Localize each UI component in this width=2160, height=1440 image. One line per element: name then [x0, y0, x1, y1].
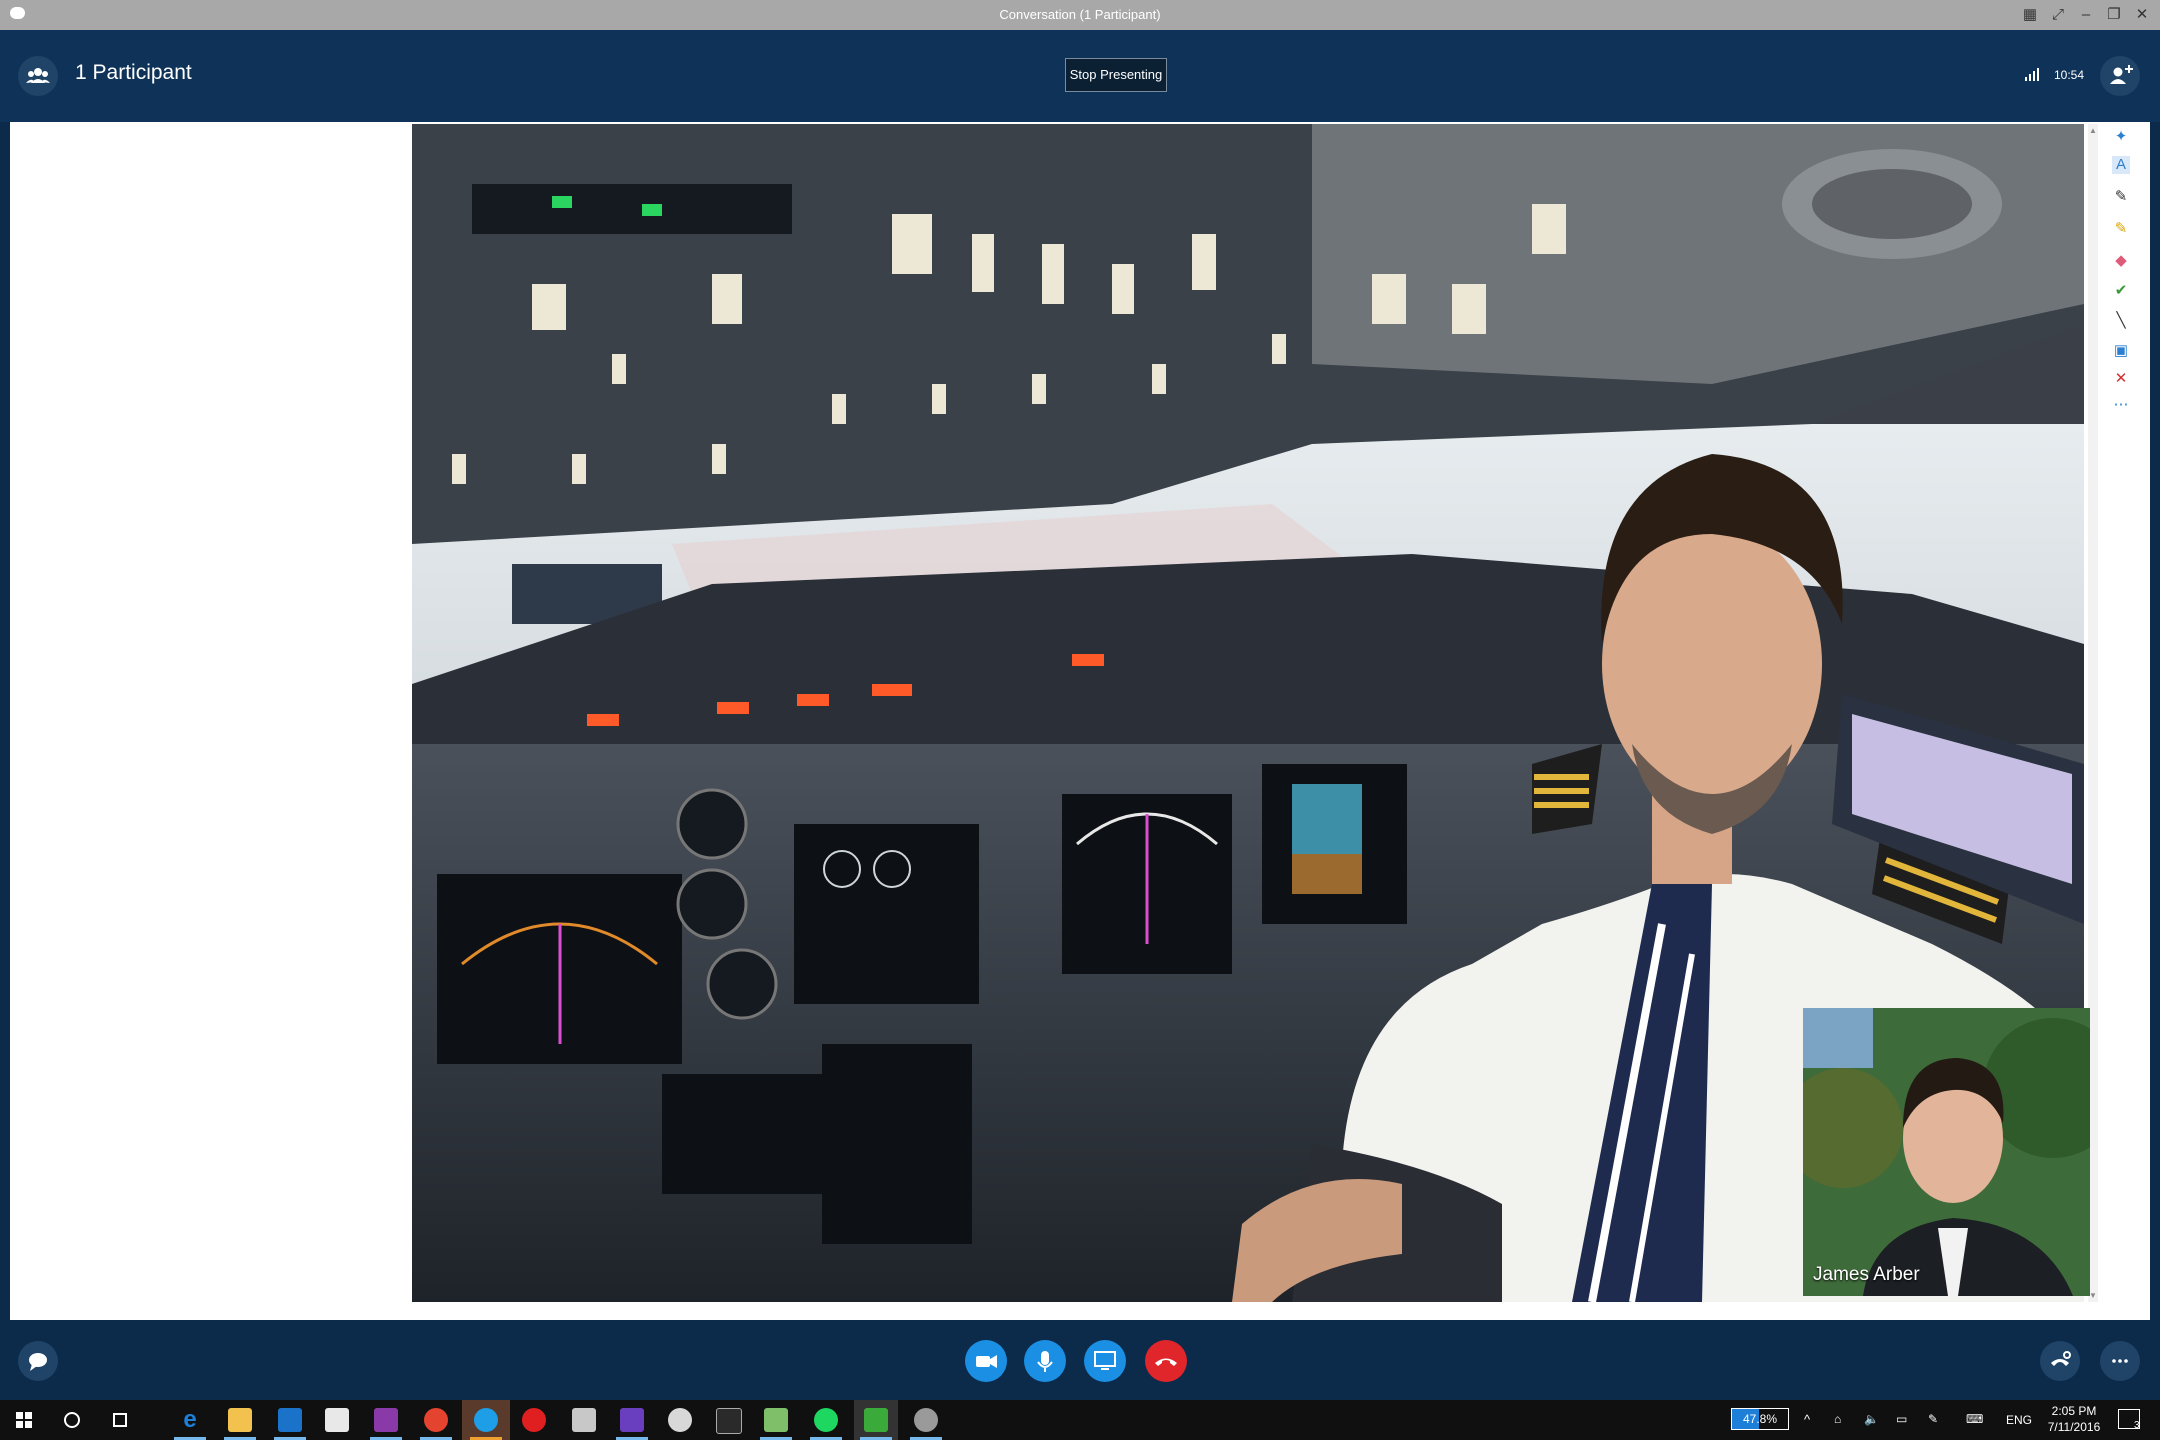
call-controls-bar — [0, 1320, 2160, 1400]
onenote-icon[interactable] — [374, 1408, 398, 1432]
microphone-button[interactable] — [1024, 1340, 1066, 1382]
close-button[interactable]: ✕ — [2128, 0, 2156, 30]
file-explorer-icon[interactable] — [228, 1408, 252, 1432]
cortana-search-icon[interactable] — [60, 1408, 84, 1432]
participants-button[interactable] — [18, 56, 58, 96]
laser-pointer-icon[interactable]: ✦ — [2112, 128, 2130, 146]
video-camera-icon — [976, 1355, 997, 1368]
skype-for-business-icon[interactable] — [474, 1408, 498, 1432]
call-duration: 10:54 — [2054, 68, 2085, 82]
add-participant-button[interactable] — [2100, 56, 2140, 96]
present-button[interactable] — [1084, 1340, 1126, 1382]
task-view-icon[interactable] — [108, 1408, 132, 1432]
phone-settings-icon — [2051, 1351, 2071, 1366]
delete-annotation-icon[interactable]: ✕ — [2112, 370, 2130, 388]
volume-icon[interactable]: 🔈 — [1864, 1412, 1879, 1426]
command-prompt-icon[interactable] — [716, 1408, 742, 1434]
participants-count-label: 1 Participant — [75, 61, 192, 84]
eraser-icon[interactable]: ◆ — [2112, 252, 2130, 270]
network-icon[interactable]: ⌂ — [1834, 1412, 1841, 1426]
hang-up-phone-icon — [1155, 1358, 1177, 1366]
hang-up-button[interactable] — [1145, 1340, 1187, 1382]
terminal-app-icon[interactable] — [864, 1408, 888, 1432]
chrome-icon[interactable] — [424, 1408, 448, 1432]
outlook-icon[interactable] — [278, 1408, 302, 1432]
fullscreen-icon[interactable]: ⤢ — [2044, 0, 2072, 30]
store-icon[interactable] — [325, 1408, 349, 1432]
line-tool-icon[interactable]: ╲ — [2112, 312, 2130, 330]
minimize-button[interactable]: – — [2072, 0, 2100, 30]
input-language[interactable]: ENG — [2006, 1413, 2032, 1427]
media-app-icon[interactable] — [572, 1408, 596, 1432]
text-tool-icon[interactable]: A — [2112, 156, 2130, 174]
pen-ink-icon[interactable]: ✎ — [1928, 1412, 1938, 1426]
scroll-up-arrow-icon[interactable]: ▲ — [2089, 126, 2097, 135]
window-title-bar: Conversation (1 Participant) ▦ ⤢ – ❐ ✕ — [0, 0, 2160, 30]
more-tools-icon[interactable]: ⋯ — [2112, 396, 2130, 414]
action-display-icon[interactable]: ▭ — [1896, 1412, 1907, 1426]
pen-icon[interactable]: ✎ — [2112, 188, 2130, 206]
keyboard-icon[interactable]: ⌨ — [1966, 1412, 1983, 1426]
self-video-preview[interactable]: James Arber — [1803, 1008, 2090, 1296]
scroll-down-arrow-icon[interactable]: ▼ — [2089, 1291, 2097, 1300]
microphone-icon — [1037, 1351, 1053, 1372]
more-options-button[interactable] — [2100, 1341, 2140, 1381]
add-person-icon — [2110, 65, 2133, 84]
ellipsis-icon — [2112, 1359, 2128, 1363]
flight-sim-icon[interactable] — [914, 1408, 938, 1432]
stop-presenting-button[interactable]: Stop Presenting — [1065, 58, 1167, 92]
battery-percent: 47.8% — [1742, 1412, 1778, 1426]
clock-date[interactable]: 7/11/2016 — [2040, 1420, 2108, 1434]
video-button[interactable] — [965, 1340, 1007, 1382]
notepad-icon[interactable] — [764, 1408, 788, 1432]
highlighter-icon[interactable]: ✎ — [2112, 220, 2130, 238]
show-hidden-icons-chevron-icon[interactable]: ^ — [1804, 1412, 1810, 1427]
windows-taskbar: e 47.8% ^ ⌂ 🔈 ▭ ✎ ⌨ ENG 2:05 PM 7/11/201… — [0, 1400, 2160, 1440]
people-icon — [26, 68, 50, 83]
signal-strength-icon — [2025, 68, 2039, 81]
self-view-name-label: James Arber — [1813, 1264, 1920, 1285]
call-controls-button[interactable] — [2040, 1341, 2080, 1381]
visual-studio-icon[interactable] — [620, 1408, 644, 1432]
windows-start-icon[interactable] — [12, 1408, 36, 1432]
clock-time[interactable]: 2:05 PM — [2044, 1404, 2104, 1418]
power-app-icon[interactable] — [522, 1408, 546, 1432]
edge-browser-icon[interactable]: e — [178, 1408, 202, 1432]
settings-app-icon[interactable] — [668, 1408, 692, 1432]
annotation-toolbar: ✦ A ✎ ✎ ◆ ✔ ╲ ▣ ✕ ⋯ — [2102, 124, 2142, 424]
notification-count: 3 — [2134, 1420, 2140, 1431]
monitor-icon — [1094, 1351, 1116, 1370]
stamp-check-icon[interactable]: ✔ — [2112, 282, 2130, 300]
im-button[interactable] — [18, 1341, 58, 1381]
window-title: Conversation (1 Participant) — [999, 7, 1161, 22]
chat-bubble-icon — [29, 1353, 47, 1371]
battery-indicator[interactable]: 47.8% — [1731, 1408, 1789, 1430]
restore-button[interactable]: ❐ — [2100, 0, 2128, 30]
spotify-icon[interactable] — [814, 1408, 838, 1432]
insert-image-icon[interactable]: ▣ — [2112, 342, 2130, 360]
self-video-frame — [1803, 1008, 2090, 1296]
layout-icon[interactable]: ▦ — [2016, 0, 2044, 30]
